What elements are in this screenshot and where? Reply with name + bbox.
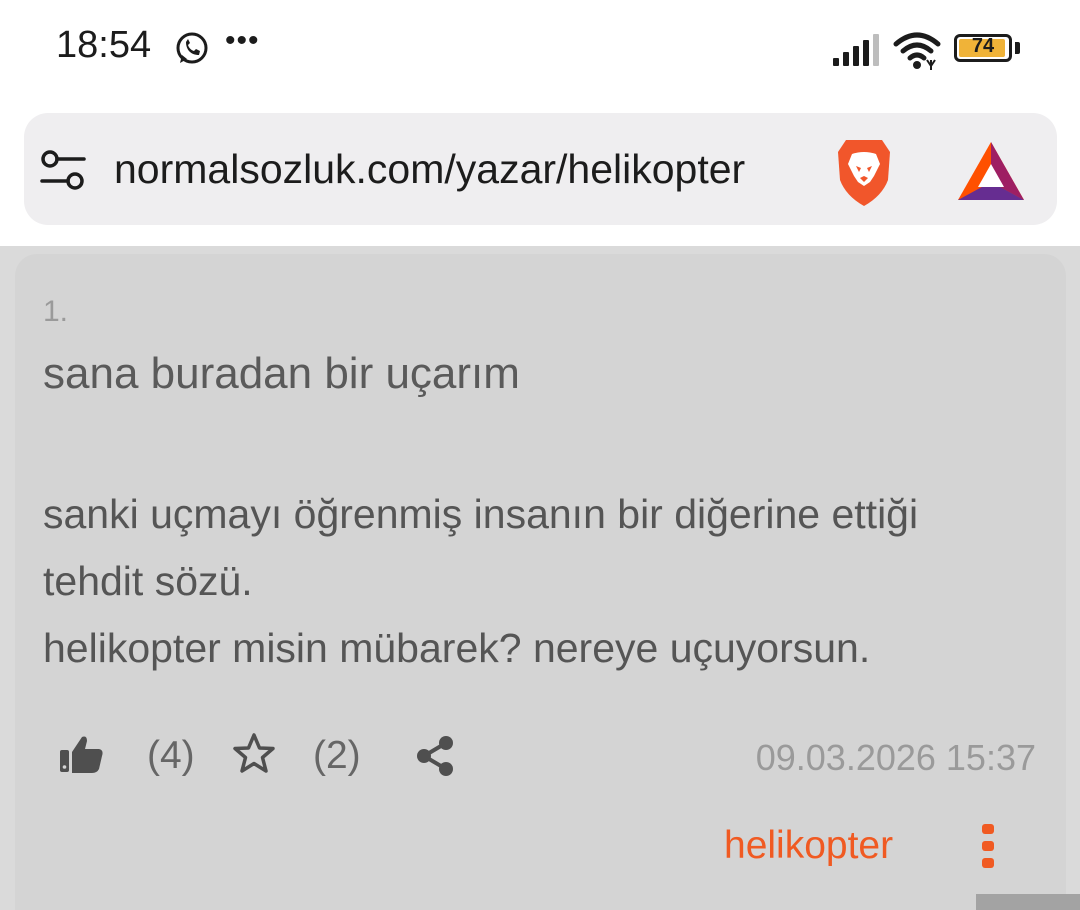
whatsapp-icon <box>176 32 208 64</box>
battery-indicator: 74 <box>954 34 1012 62</box>
entry-title[interactable]: sana buradan bir uçarım <box>43 349 520 399</box>
url-text[interactable]: normalsozluk.com/yazar/helikopter <box>114 146 804 202</box>
entry-number: 1. <box>43 295 69 328</box>
entry-date[interactable]: 09.03.2026 15:37 <box>756 737 1036 779</box>
entry-body-line: helikopter misin mübarek? nereye uçuyors… <box>43 625 871 671</box>
signal-icon <box>833 34 879 66</box>
scroll-indicator <box>976 894 1080 910</box>
brave-rewards-icon[interactable] <box>956 140 1026 202</box>
entry-body-line: tehdit sözü. <box>43 558 253 604</box>
wifi-icon <box>893 32 941 70</box>
status-bar: 18:54 ••• 74 <box>0 0 1080 100</box>
brave-shields-icon[interactable] <box>832 136 896 208</box>
favorite-count: (2) <box>313 734 361 777</box>
site-settings-icon[interactable] <box>40 148 86 192</box>
entry-body: sanki uçmayı öğrenmiş insanın bir diğeri… <box>43 481 1043 682</box>
star-icon[interactable] <box>232 732 276 776</box>
like-count: (4) <box>147 734 195 777</box>
entry-body-line: sanki uçmayı öğrenmiş insanın bir diğeri… <box>43 491 919 537</box>
more-dots-icon: ••• <box>225 24 260 57</box>
battery-tip <box>1015 42 1020 54</box>
author-link[interactable]: helikopter <box>724 824 893 868</box>
more-vertical-icon[interactable] <box>980 824 996 868</box>
battery-level: 74 <box>971 35 995 57</box>
status-time: 18:54 <box>56 24 152 66</box>
url-fade <box>760 140 830 204</box>
share-icon[interactable] <box>414 735 456 777</box>
thumbs-up-icon[interactable] <box>60 734 104 774</box>
